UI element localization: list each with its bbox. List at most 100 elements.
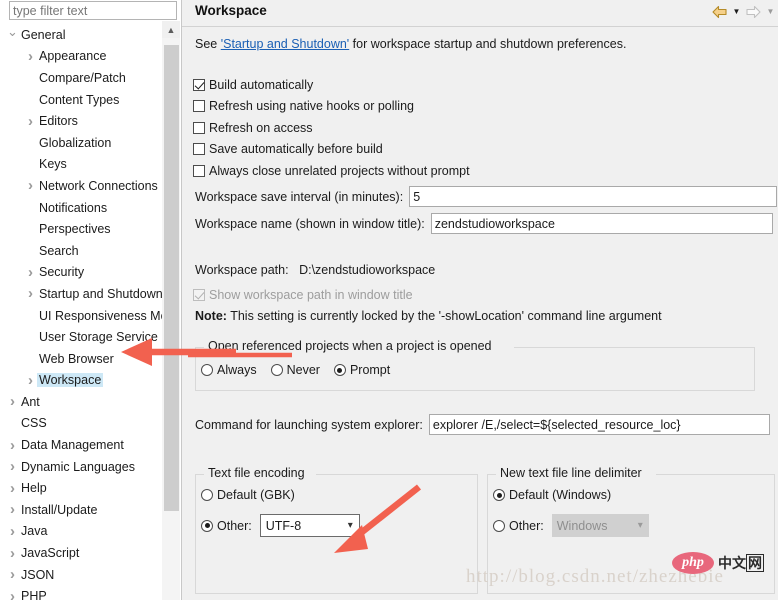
tree-item-help[interactable]: Help bbox=[0, 477, 162, 499]
workspace-name-input[interactable] bbox=[430, 213, 773, 234]
tree-item-label: CSS bbox=[21, 416, 47, 431]
checkbox-indicator[interactable] bbox=[193, 121, 205, 134]
checkbox-row-build-automatically[interactable]: Build automatically bbox=[193, 74, 470, 96]
encoding-default-radio[interactable] bbox=[201, 489, 213, 501]
open-referenced-radio-never[interactable] bbox=[270, 364, 283, 376]
tree-item-general[interactable]: General bbox=[0, 24, 162, 46]
forward-arrow-icon[interactable] bbox=[744, 3, 763, 20]
chevron-right-icon[interactable] bbox=[6, 502, 19, 517]
startup-shutdown-link[interactable]: 'Startup and Shutdown' bbox=[221, 37, 349, 51]
tree-item-keys[interactable]: Keys bbox=[0, 154, 162, 176]
chevron-right-icon[interactable] bbox=[24, 286, 37, 301]
chevron-right-icon[interactable] bbox=[6, 394, 19, 409]
workspace-options-checkboxes: Build automatically Refresh using native … bbox=[193, 74, 470, 182]
preferences-tree[interactable]: General Appearance Compare/Patch Content Ty… bbox=[0, 24, 162, 600]
open-referenced-radio-prompt[interactable] bbox=[333, 364, 346, 376]
back-history-chevron-down-icon[interactable]: ▼ bbox=[731, 3, 742, 20]
checkbox-indicator[interactable] bbox=[193, 100, 205, 113]
save-interval-row: Workspace save interval (in minutes): bbox=[195, 186, 778, 207]
tree-item-network-connections[interactable]: Network Connections bbox=[0, 175, 162, 197]
delimiter-other-row[interactable]: Other: Windows ▾ bbox=[493, 514, 649, 537]
forward-history-chevron-down-icon[interactable]: ▼ bbox=[765, 3, 776, 20]
tree-item-notifications[interactable]: Notifications bbox=[0, 197, 162, 219]
checkbox-row-save-automatically-before-build[interactable]: Save automatically before build bbox=[193, 139, 470, 161]
tree-item-css[interactable]: CSS bbox=[0, 413, 162, 435]
tree-item-label: Startup and Shutdown bbox=[39, 286, 162, 301]
encoding-other-radio[interactable] bbox=[201, 519, 213, 532]
chevron-right-icon[interactable] bbox=[6, 459, 19, 474]
encoding-combo[interactable]: UTF-8 ▾ bbox=[259, 514, 360, 537]
delimiter-other-radio[interactable] bbox=[493, 519, 505, 532]
tree-item-dynamic-languages[interactable]: Dynamic Languages bbox=[0, 456, 162, 478]
tree-item-java[interactable]: Java bbox=[0, 521, 162, 543]
chevron-right-icon[interactable] bbox=[24, 114, 37, 129]
delimiter-combo[interactable]: Windows ▾ bbox=[551, 514, 649, 537]
tree-item-ant[interactable]: Ant bbox=[0, 391, 162, 413]
tree-item-search[interactable]: Search bbox=[0, 240, 162, 262]
tree-item-editors[interactable]: Editors bbox=[0, 110, 162, 132]
delimiter-default-radio[interactable] bbox=[493, 489, 505, 501]
checkbox-label: Refresh on access bbox=[209, 120, 313, 135]
tree-item-workspace[interactable]: Workspace bbox=[0, 370, 162, 392]
tree-item-javascript[interactable]: JavaScript bbox=[0, 542, 162, 564]
tree-item-compare-patch[interactable]: Compare/Patch bbox=[0, 67, 162, 89]
checkbox-indicator[interactable] bbox=[193, 164, 205, 177]
tree-item-json[interactable]: JSON bbox=[0, 564, 162, 586]
tree-item-ui-responsiveness-monitoring[interactable]: UI Responsiveness Monitoring bbox=[0, 305, 162, 327]
tree-item-user-storage-service[interactable]: User Storage Service bbox=[0, 326, 162, 348]
filter-input[interactable] bbox=[9, 1, 177, 20]
tree-item-startup-and-shutdown[interactable]: Startup and Shutdown bbox=[0, 283, 162, 305]
chevron-right-icon[interactable] bbox=[24, 49, 37, 64]
open-referenced-radio-always[interactable] bbox=[201, 364, 213, 376]
chevron-right-icon[interactable] bbox=[6, 546, 19, 561]
tree-item-appearance[interactable]: Appearance bbox=[0, 46, 162, 68]
open-referenced-radio-group[interactable]: Always Never Prompt bbox=[201, 363, 404, 377]
encoding-other-label: Other: bbox=[217, 518, 252, 533]
tree-item-perspectives[interactable]: Perspectives bbox=[0, 218, 162, 240]
chevron-right-icon[interactable] bbox=[24, 373, 37, 388]
tree-item-web-browser[interactable]: Web Browser bbox=[0, 348, 162, 370]
tree-item-label: General bbox=[21, 27, 66, 42]
tree-item-php[interactable]: PHP bbox=[0, 585, 162, 600]
tree-item-label: Ant bbox=[21, 394, 40, 409]
checkbox-row-always-close-unrelated-projects-without-prompt[interactable]: Always close unrelated projects without … bbox=[193, 160, 470, 182]
back-arrow-icon[interactable] bbox=[710, 3, 729, 20]
chevron-down-icon: ▾ bbox=[637, 520, 643, 531]
show-workspace-path-row[interactable]: Show workspace path in window title bbox=[193, 284, 413, 306]
encoding-other-row[interactable]: Other: UTF-8 ▾ bbox=[201, 514, 360, 537]
intro-suffix: for workspace startup and shutdown prefe… bbox=[349, 37, 627, 51]
encoding-group-border-right bbox=[316, 474, 477, 475]
checkbox-indicator[interactable] bbox=[193, 143, 205, 156]
chevron-right-icon[interactable] bbox=[6, 567, 19, 582]
checkbox-row-refresh-on-access[interactable]: Refresh on access bbox=[193, 117, 470, 139]
scrollbar-thumb[interactable] bbox=[164, 45, 179, 511]
checkbox-indicator[interactable] bbox=[193, 78, 205, 91]
save-interval-input[interactable] bbox=[409, 186, 778, 207]
explorer-command-label: Command for launching system explorer: bbox=[195, 417, 423, 432]
delimiter-default-row[interactable]: Default (Windows) bbox=[493, 488, 625, 502]
scroll-up-icon[interactable]: ▲ bbox=[162, 21, 180, 38]
tree-item-data-management[interactable]: Data Management bbox=[0, 434, 162, 456]
chevron-right-icon[interactable] bbox=[6, 589, 19, 600]
chevron-right-icon[interactable] bbox=[6, 524, 19, 539]
explorer-command-row: Command for launching system explorer: bbox=[195, 414, 778, 435]
chevron-right-icon[interactable] bbox=[6, 438, 19, 453]
checkbox-row-refresh-using-native-hooks-or-polling[interactable]: Refresh using native hooks or polling bbox=[193, 96, 470, 118]
explorer-command-input[interactable] bbox=[428, 414, 770, 435]
tree-vertical-scrollbar[interactable]: ▲ bbox=[162, 21, 180, 600]
group-border-right-segment bbox=[514, 347, 754, 348]
tree-item-content-types[interactable]: Content Types bbox=[0, 89, 162, 111]
tree-item-label: UI Responsiveness Monitoring bbox=[39, 308, 162, 323]
chevron-right-icon[interactable] bbox=[24, 265, 37, 280]
chevron-down-icon[interactable] bbox=[6, 28, 19, 41]
tree-item-globalization[interactable]: Globalization bbox=[0, 132, 162, 154]
save-interval-label: Workspace save interval (in minutes): bbox=[195, 189, 404, 204]
tree-item-label: Dynamic Languages bbox=[21, 459, 135, 474]
locked-setting-note: Note: This setting is currently locked b… bbox=[195, 309, 662, 323]
show-workspace-path-checkbox[interactable] bbox=[193, 288, 205, 301]
chevron-right-icon[interactable] bbox=[6, 481, 19, 496]
chevron-right-icon[interactable] bbox=[24, 178, 37, 193]
tree-item-security[interactable]: Security bbox=[0, 262, 162, 284]
tree-item-install-update[interactable]: Install/Update bbox=[0, 499, 162, 521]
encoding-default-row[interactable]: Default (GBK) bbox=[201, 488, 309, 502]
